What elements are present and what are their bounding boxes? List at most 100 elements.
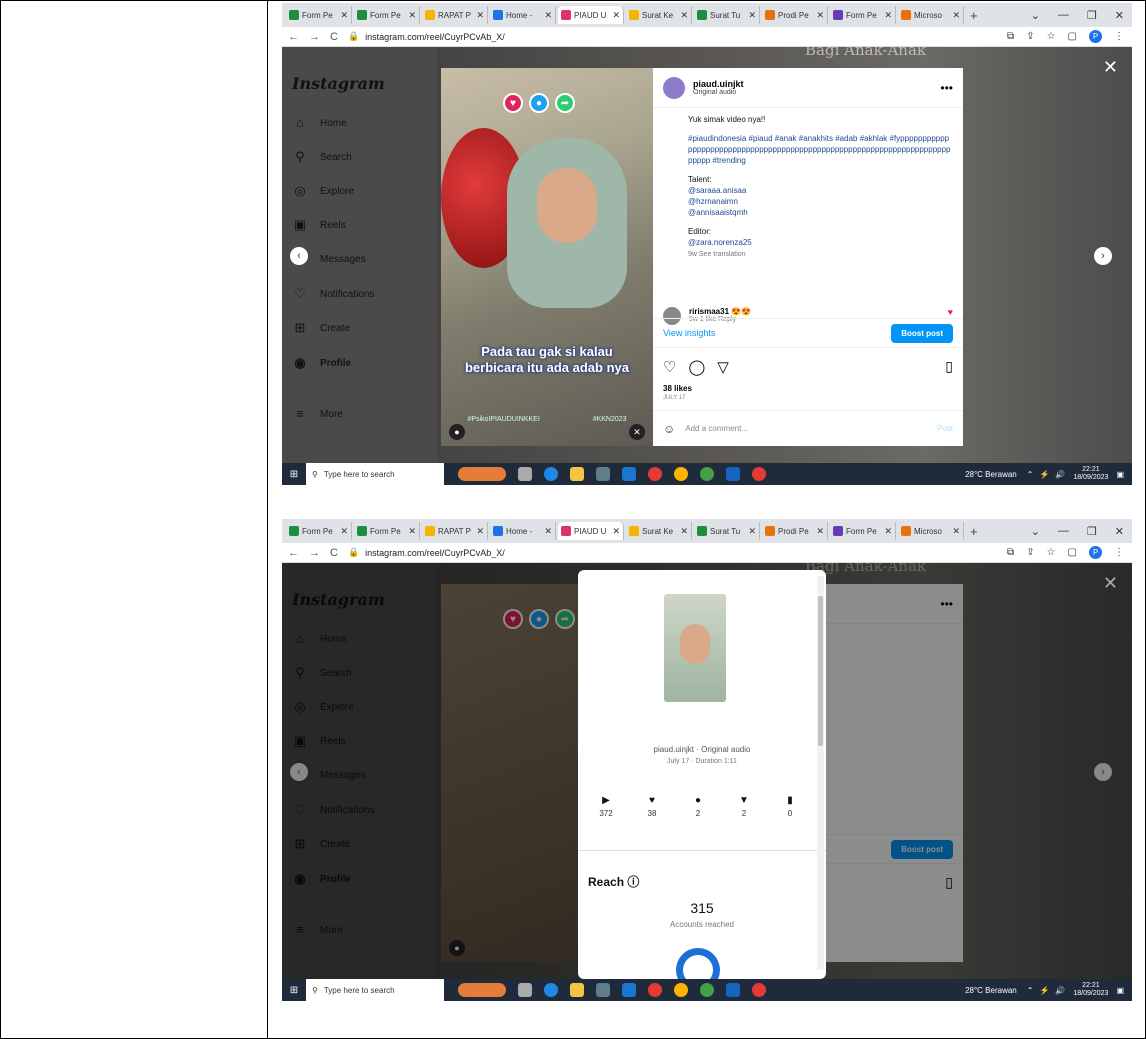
- chrome-profile-icon[interactable]: [700, 983, 714, 997]
- likes-count[interactable]: 38 likes: [663, 384, 692, 393]
- file-explorer-icon[interactable]: [570, 983, 584, 997]
- windows-start-icon[interactable]: ⊞: [282, 469, 306, 480]
- tab-close-icon[interactable]: ✕: [748, 10, 756, 21]
- sidepanel-icon[interactable]: ▢: [1068, 31, 1077, 42]
- browser-tab[interactable]: Home - ✕: [490, 6, 556, 24]
- browser-tab[interactable]: Form Pe ✕: [354, 522, 420, 540]
- browser-tab[interactable]: Prodi Pe ✕: [762, 6, 828, 24]
- mail-icon[interactable]: [622, 983, 636, 997]
- editor-link[interactable]: @zara.norenza25: [688, 238, 752, 247]
- edge-icon[interactable]: [544, 467, 558, 481]
- task-view-icon[interactable]: [518, 467, 532, 481]
- sidebar-item-more[interactable]: ≡ More: [292, 406, 343, 422]
- store-icon[interactable]: [596, 467, 610, 481]
- tab-close-icon[interactable]: ✕: [340, 10, 348, 21]
- browser-tab[interactable]: Surat Tu ✕: [694, 6, 760, 24]
- url-field[interactable]: instagram.com/reel/CuyrPCvAb_X/: [365, 548, 505, 558]
- chrome-icon[interactable]: [648, 983, 662, 997]
- browser-tab[interactable]: Form Pe ✕: [354, 6, 420, 24]
- widgets-icon[interactable]: [458, 983, 506, 997]
- profile-avatar[interactable]: P: [1089, 546, 1102, 559]
- tab-close-icon[interactable]: ✕: [884, 526, 892, 537]
- close-icon[interactable]: ✕: [1103, 573, 1118, 594]
- browser-tab[interactable]: Microso ✕: [898, 6, 964, 24]
- talent-link[interactable]: @saraaa.anisaa: [688, 186, 746, 195]
- comment-icon[interactable]: ◯: [688, 358, 705, 376]
- boost-post-button[interactable]: Boost post: [891, 323, 953, 343]
- share-icon[interactable]: ⇪: [1026, 547, 1034, 558]
- sidebar-item-profile[interactable]: ◉ Profile: [292, 355, 351, 371]
- caption-meta[interactable]: 9w See translation: [688, 251, 746, 258]
- minimize-button[interactable]: —: [1058, 525, 1069, 538]
- talent-link[interactable]: @annisaaistqmh: [688, 208, 748, 217]
- tab-close-icon[interactable]: ✕: [340, 526, 348, 537]
- comment-like-icon[interactable]: ♥: [948, 307, 953, 317]
- more-options-icon[interactable]: •••: [940, 81, 953, 95]
- comment-text[interactable]: rirismaa31 😍😍: [689, 307, 751, 316]
- word-icon[interactable]: [726, 467, 740, 481]
- minimize-button[interactable]: —: [1058, 9, 1069, 22]
- sidebar-item-explore[interactable]: ◎ Explore: [292, 183, 354, 199]
- chrome-canary-icon[interactable]: [674, 467, 688, 481]
- browser-tab[interactable]: Surat Ke ✕: [626, 522, 692, 540]
- caption-hashtags[interactable]: #piaudindonesia #piaud #anak #anakhits #…: [688, 133, 953, 166]
- post-comment-button[interactable]: Post: [937, 424, 953, 433]
- tab-close-icon[interactable]: ✕: [952, 10, 960, 21]
- tab-close-icon[interactable]: ✕: [952, 526, 960, 537]
- sidepanel-icon[interactable]: ▢: [1068, 547, 1077, 558]
- taskbar-clock[interactable]: 22:21 18/09/2023: [1073, 466, 1108, 482]
- tab-close-icon[interactable]: ✕: [612, 10, 620, 21]
- browser-tab[interactable]: Form Pe ✕: [830, 522, 896, 540]
- close-icon[interactable]: ✕: [1103, 57, 1118, 78]
- browser-tab[interactable]: Form Pe ✕: [830, 6, 896, 24]
- browser-tab[interactable]: PIAUD U ✕: [558, 6, 624, 24]
- sidebar-item-reels[interactable]: ▣ Reels: [292, 217, 346, 233]
- tab-close-icon[interactable]: ✕: [544, 10, 552, 21]
- new-tab-button[interactable]: +: [970, 524, 978, 539]
- tab-close-icon[interactable]: ✕: [612, 526, 620, 537]
- tab-close-icon[interactable]: ✕: [680, 10, 688, 21]
- chrome-canary-icon[interactable]: [674, 983, 688, 997]
- insights-audio[interactable]: piaud.uinjkt · Original audio: [578, 745, 826, 754]
- sidebar-item-search[interactable]: ⚲ Search: [292, 149, 351, 165]
- weather-widget[interactable]: 28°C Berawan: [965, 986, 1017, 995]
- chrome-profile-icon[interactable]: [700, 467, 714, 481]
- next-arrow-icon[interactable]: ›: [1094, 763, 1112, 781]
- notification-icon[interactable]: ▣: [1116, 986, 1124, 995]
- browser-tab[interactable]: Surat Tu ✕: [694, 522, 760, 540]
- install-icon[interactable]: ⧉: [1007, 31, 1014, 42]
- audio-info-icon[interactable]: ●: [449, 424, 465, 440]
- network-icon[interactable]: ⚡: [1039, 986, 1049, 995]
- chevron-up-icon[interactable]: ⌃: [1027, 470, 1034, 479]
- comment-input[interactable]: Add a comment...: [685, 424, 748, 433]
- talent-link[interactable]: @hzrnanaimn: [688, 197, 738, 206]
- browser-tab[interactable]: Form Pe ✕: [286, 522, 352, 540]
- tab-close-icon[interactable]: ✕: [544, 526, 552, 537]
- tab-close-icon[interactable]: ✕: [816, 10, 824, 21]
- browser-tab[interactable]: PIAUD U ✕: [558, 522, 624, 540]
- word-icon[interactable]: [726, 983, 740, 997]
- back-icon[interactable]: ←: [288, 547, 299, 559]
- next-arrow-icon[interactable]: ›: [1094, 247, 1112, 265]
- forward-icon[interactable]: →: [309, 31, 320, 43]
- volume-icon[interactable]: 🔊: [1055, 986, 1065, 995]
- chevron-up-icon[interactable]: ⌃: [1027, 986, 1034, 995]
- back-icon[interactable]: ←: [288, 31, 299, 43]
- chrome-icon[interactable]: [648, 467, 662, 481]
- modal-scrollbar[interactable]: [817, 576, 824, 970]
- install-icon[interactable]: ⧉: [1007, 547, 1014, 558]
- browser-tab[interactable]: RAPAT P ✕: [422, 6, 488, 24]
- tab-search-icon[interactable]: ⌄: [1031, 525, 1040, 538]
- tab-close-icon[interactable]: ✕: [476, 10, 484, 21]
- tab-close-icon[interactable]: ✕: [408, 526, 416, 537]
- share-icon[interactable]: ▽: [717, 358, 729, 376]
- windows-start-icon[interactable]: ⊞: [282, 985, 306, 996]
- reel-video[interactable]: ♥ ● ➦ Pada tau gak si kalau berbicara it…: [441, 68, 653, 446]
- sidebar-item-home[interactable]: ⌂ Home: [292, 115, 347, 131]
- browser-tab[interactable]: Microso ✕: [898, 522, 964, 540]
- star-icon[interactable]: ☆: [1047, 547, 1056, 558]
- post-username[interactable]: piaud.uinjkt: [693, 79, 744, 89]
- tab-close-icon[interactable]: ✕: [884, 10, 892, 21]
- browser-tab[interactable]: Prodi Pe ✕: [762, 522, 828, 540]
- bookmark-icon[interactable]: ▯: [945, 358, 953, 375]
